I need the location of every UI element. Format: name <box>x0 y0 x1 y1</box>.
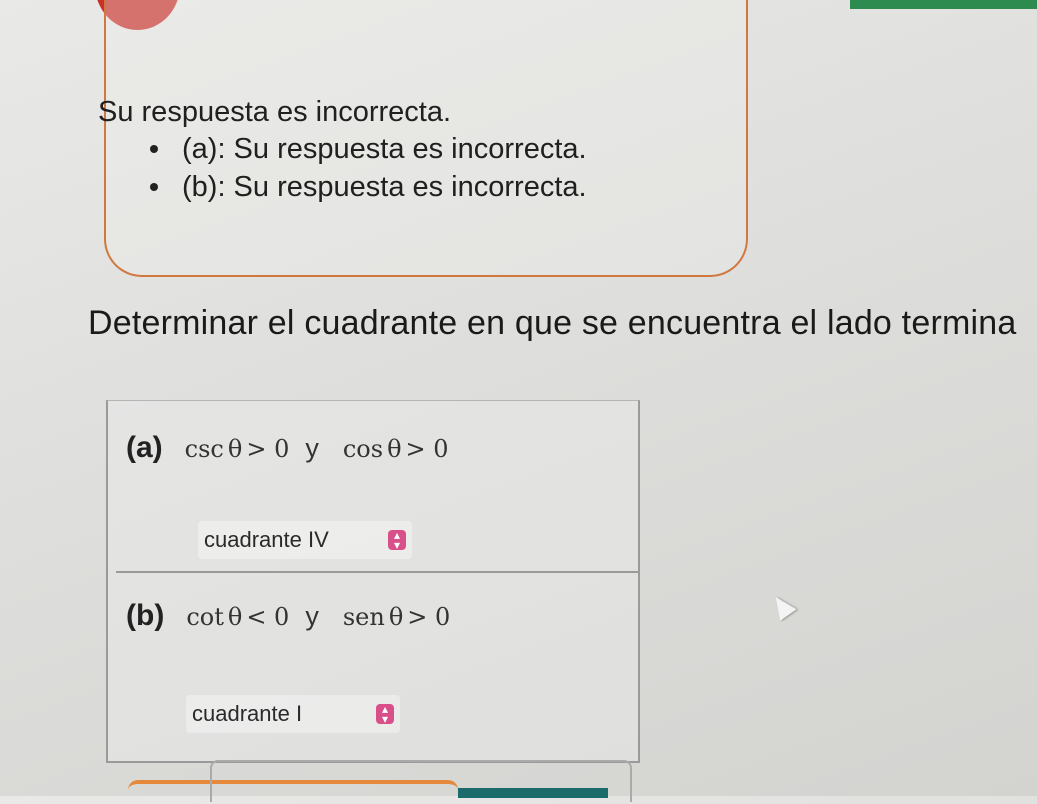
part-a-label: (a) <box>126 431 163 464</box>
part-b-label: (b) <box>126 599 165 632</box>
part-b-connector: y <box>305 601 319 631</box>
bottom-accent-edge <box>458 788 608 798</box>
part-b-condition-1: cot θ < 0 <box>186 603 290 631</box>
part-a-quadrant-select[interactable]: cuadrante IV ▴ ▾ <box>198 521 412 559</box>
mouse-pointer-icon <box>767 591 797 621</box>
feedback-item-a: (a): Su respuesta es incorrecta. <box>150 130 587 168</box>
part-a-statement: (a) csc θ > 0 y cos θ > 0 <box>126 431 449 465</box>
feedback-list: (a): Su respuesta es incorrecta. (b): Su… <box>150 130 587 206</box>
feedback-message: Su respuesta es incorrecta. <box>98 96 452 128</box>
feedback-item-b: (b): Su respuesta es incorrecta. <box>150 168 587 206</box>
part-b-quadrant-select[interactable]: cuadrante I ▴ ▾ <box>186 695 400 733</box>
part-b-statement: (b) cot θ < 0 y sen θ > 0 <box>126 599 450 633</box>
section-divider <box>116 571 638 573</box>
problem-box: (a) csc θ > 0 y cos θ > 0 cuadrante IV ▴ ▾ (b… <box>106 400 640 763</box>
select-arrows-icon[interactable]: ▴ ▾ <box>376 703 394 725</box>
select-arrows-icon[interactable]: ▴ ▾ <box>388 529 406 551</box>
part-a-selected-value: cuadrante IV <box>204 527 329 552</box>
part-a-condition-1: csc θ > 0 <box>184 435 290 463</box>
question-instruction: Determinar el cuadrante en que se encuen… <box>88 304 1017 342</box>
part-a-condition-2: cos θ > 0 <box>342 435 449 463</box>
part-b-condition-2: sen θ > 0 <box>342 603 451 631</box>
top-accent-bar <box>850 0 1037 9</box>
part-b-selected-value: cuadrante I <box>192 701 303 726</box>
part-a-connector: y <box>305 433 319 463</box>
